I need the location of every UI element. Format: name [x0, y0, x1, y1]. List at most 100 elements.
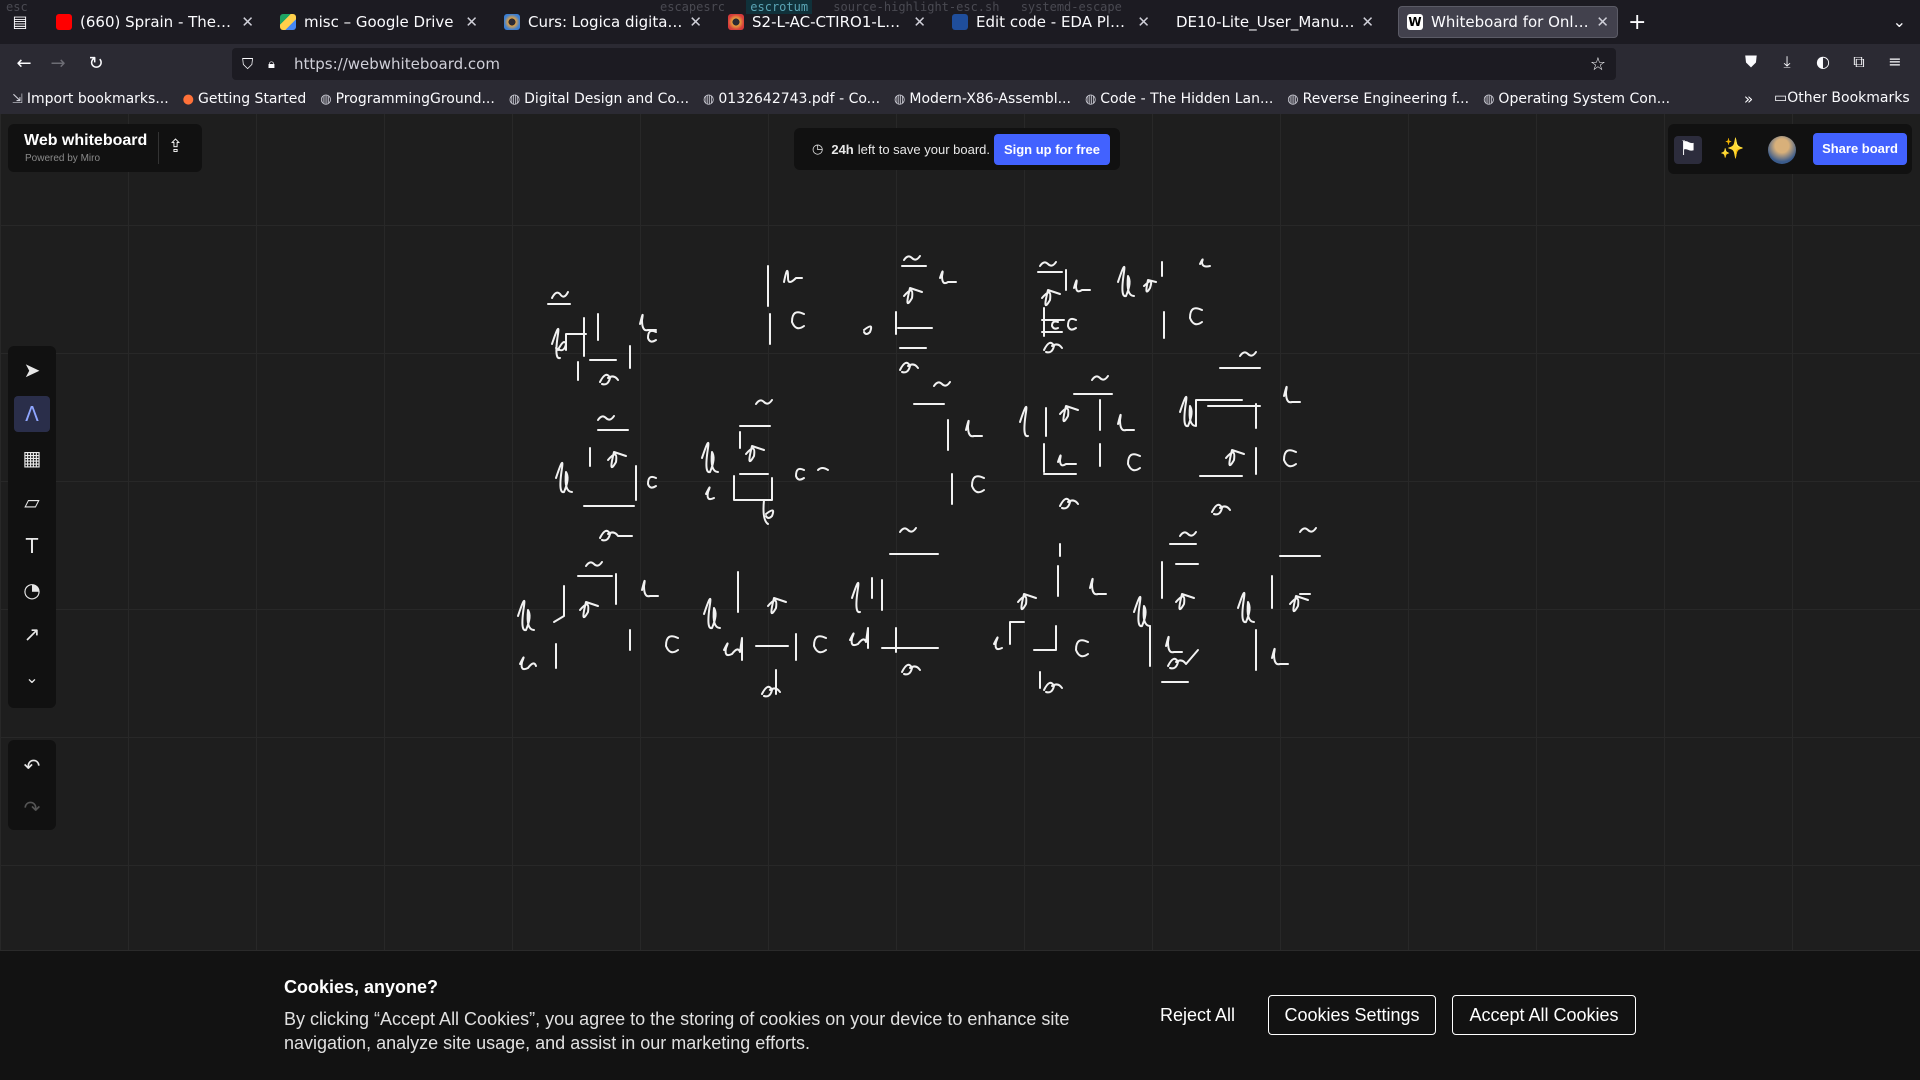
bookmark-item[interactable]: ◍ Modern-X86-Assembl... [894, 91, 1071, 107]
close-icon[interactable]: ✕ [689, 13, 702, 31]
ink-stroke [791, 311, 805, 330]
ink-stroke [1127, 453, 1141, 472]
extensions-icon[interactable]: ⧉ [1848, 52, 1870, 72]
frame-icon[interactable]: ▦ [14, 440, 50, 476]
ink-stroke [1239, 351, 1257, 357]
ink-stroke [993, 636, 1003, 651]
undo-icon[interactable]: ↶ [14, 748, 50, 784]
ink-stroke [641, 579, 659, 598]
reload-icon[interactable]: ↻ [84, 53, 108, 75]
shapes-icon[interactable]: ◔ [14, 572, 50, 608]
bookmark-label: Operating System Con... [1498, 91, 1671, 107]
ink-stroke [1089, 577, 1107, 596]
bookmark-import[interactable]: ⇲ Import bookmarks... [12, 91, 169, 107]
other-bookmarks[interactable]: ▭ Other Bookmarks [1774, 90, 1910, 106]
clock-icon: ◷ [812, 141, 824, 156]
url-bar[interactable]: ⛉ 🔒︎ https://webwhiteboard.com ☆ [232, 48, 1616, 80]
firefox-icon: ● [182, 91, 195, 107]
text-icon[interactable]: T [14, 528, 50, 564]
bookmark-item[interactable]: ◍ Code - The Hidden Lan... [1085, 91, 1273, 107]
pocket-icon[interactable]: ⛊ [1740, 52, 1762, 72]
close-icon[interactable]: ✕ [1596, 13, 1609, 31]
ink-stroke [1133, 595, 1151, 628]
bookmark-label: Modern-X86-Assembl... [909, 91, 1071, 107]
ink-stroke [903, 287, 923, 305]
share-board-button[interactable]: Share board [1813, 133, 1907, 165]
cursor-flag-icon[interactable]: ⚑ [1674, 136, 1702, 164]
whiteboard-canvas[interactable]: Web whiteboard Powered by Miro ⇪ ◷ 24h l… [0, 114, 1920, 950]
shield-icon[interactable]: ⛉ [242, 55, 262, 73]
close-icon[interactable]: ✕ [241, 13, 254, 31]
more-tools-icon[interactable]: ⌄ [14, 660, 50, 696]
save-hours: 24h [831, 141, 854, 157]
ink-stroke [903, 255, 921, 261]
ink-stroke [933, 381, 951, 387]
forward-icon[interactable]: → [46, 53, 70, 75]
cookie-settings-button[interactable]: Cookies Settings [1268, 995, 1436, 1035]
tab-curs-logica[interactable]: Curs: Logica digitala | CV ✕ [496, 6, 710, 38]
tab-list-icon[interactable]: ▤ [8, 12, 32, 32]
other-bookmarks-label: Other Bookmarks [1787, 90, 1910, 106]
back-icon[interactable]: ← [12, 53, 36, 75]
import-icon: ⇲ [12, 91, 23, 107]
pen-icon[interactable]: Λ [14, 396, 50, 432]
bookmark-item[interactable]: ◍ ProgrammingGround... [320, 91, 495, 107]
account-icon[interactable]: ◐ [1812, 52, 1834, 71]
ink-stroke [761, 685, 781, 698]
lock-icon[interactable]: 🔒︎ [268, 57, 286, 72]
globe-icon: ◍ [1483, 91, 1495, 107]
ink-stroke [1039, 261, 1057, 267]
avatar[interactable] [1768, 136, 1796, 164]
close-icon[interactable]: ✕ [1137, 13, 1150, 31]
upload-icon[interactable]: ⇪ [168, 136, 183, 157]
select-icon[interactable]: ➤ [14, 352, 50, 388]
tab-label: DE10-Lite_User_Manual - DE [1176, 13, 1355, 31]
ink-stroke [1143, 279, 1157, 293]
redo-icon[interactable]: ↷ [14, 790, 50, 826]
ink-stroke [723, 637, 743, 661]
celebrate-icon[interactable]: ✨ [1718, 136, 1746, 164]
tab-s2-l-ac[interactable]: S2-L-AC-CTIRO1-LD: Eda ✕ [720, 6, 934, 38]
bookmark-label: 0132642743.pdf - Co... [718, 91, 881, 107]
close-icon[interactable]: ✕ [1361, 13, 1374, 31]
menu-icon[interactable]: ≡ [1884, 52, 1906, 71]
handwritten-strokes [517, 255, 1321, 698]
ink-stroke [745, 445, 765, 463]
tab-de10-manual[interactable]: DE10-Lite_User_Manual - DE ✕ [1168, 6, 1382, 38]
new-tab-icon[interactable]: + [1628, 10, 1646, 35]
sign-up-button[interactable]: Sign up for free [993, 133, 1110, 165]
moodle-icon [728, 14, 744, 30]
chevron-down-icon[interactable]: ⌄ [1893, 12, 1906, 31]
tab-google-drive[interactable]: misc – Google Drive ✕ [272, 6, 486, 38]
tab-youtube[interactable]: (660) Sprain - The Lamb a ✕ [48, 6, 262, 38]
bookmark-item[interactable]: ◍ Digital Design and Co... [509, 91, 689, 107]
bookmark-item[interactable]: ◍ Reverse Engineering f... [1287, 91, 1469, 107]
ink-stroke [703, 597, 721, 630]
close-icon[interactable]: ✕ [465, 13, 478, 31]
tab-label: misc – Google Drive [304, 13, 454, 31]
ink-stroke [1165, 635, 1183, 654]
bookmark-getting-started[interactable]: ● Getting Started [183, 91, 307, 107]
ink-stroke [1179, 531, 1197, 537]
ink-stroke [1059, 497, 1079, 510]
bookmark-item[interactable]: ◍ 0132642743.pdf - Co... [703, 91, 880, 107]
tab-whiteboard[interactable]: W Whiteboard for Online Co ✕ [1398, 6, 1618, 38]
url-text[interactable]: https://webwhiteboard.com [294, 55, 500, 73]
tab-label: (660) Sprain - The Lamb a [80, 13, 235, 31]
tab-eda-playground[interactable]: Edit code - EDA Playgrou ✕ [944, 6, 1158, 38]
sticky-note-icon[interactable]: ▱ [14, 484, 50, 520]
chevron-double-right-icon[interactable]: » [1744, 90, 1753, 108]
download-icon[interactable]: ⤓ [1776, 52, 1798, 72]
reject-all-button[interactable]: Reject All [1160, 1005, 1235, 1026]
close-icon[interactable]: ✕ [913, 13, 926, 31]
bookmark-item[interactable]: ◍ Operating System Con... [1483, 91, 1670, 107]
ink-stroke [1199, 258, 1211, 268]
arrow-icon[interactable]: ↗ [14, 616, 50, 652]
ink-stroke [1175, 593, 1195, 611]
bookmark-star-icon[interactable]: ☆ [1590, 54, 1606, 75]
globe-icon: ◍ [508, 91, 521, 107]
ink-stroke [899, 361, 919, 374]
brand-title[interactable]: Web whiteboard [24, 132, 147, 150]
accept-all-cookies-button[interactable]: Accept All Cookies [1452, 995, 1636, 1035]
ink-stroke [1117, 413, 1135, 432]
